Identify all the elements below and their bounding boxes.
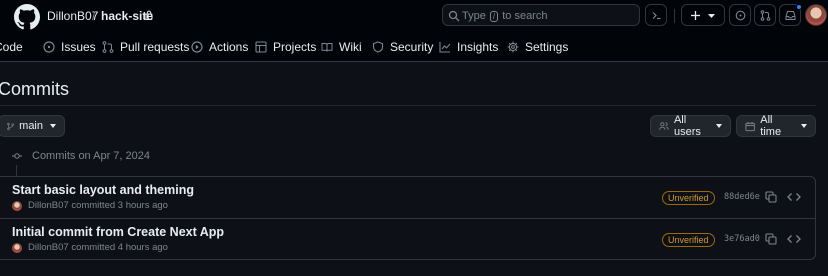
tab-actions[interactable]: Actions — [191, 40, 248, 54]
tab-pull-requests[interactable]: Pull requests — [102, 40, 189, 54]
tab-settings[interactable]: Settings — [507, 40, 568, 54]
commit-sha-link[interactable]: 3e76ad0 — [724, 234, 760, 244]
users-filter-label: All users — [673, 114, 701, 138]
user-avatar[interactable] — [805, 4, 827, 26]
gear-icon — [507, 41, 519, 53]
verification-badge[interactable]: Unverified — [662, 233, 715, 247]
commit-meta: DillonB07 committed 4 hours ago — [28, 242, 168, 253]
author-link[interactable]: DillonB07 — [28, 242, 69, 253]
page-title: Commits — [0, 79, 69, 99]
tab-issues[interactable]: Issues — [43, 40, 96, 54]
graph-icon — [439, 42, 451, 53]
create-new-button[interactable] — [681, 4, 725, 26]
breadcrumb-separator: / — [92, 9, 96, 23]
tab-label: Code — [0, 40, 23, 54]
tab-label: Issues — [61, 40, 96, 54]
pull-request-icon — [760, 10, 771, 21]
terminal-icon — [652, 12, 661, 20]
commit-sha-link[interactable]: 88ded6e — [724, 192, 760, 202]
issues-button[interactable] — [729, 4, 751, 26]
repo-nav: Code Issues Pull requests Actions Projec… — [0, 32, 828, 62]
plus-icon — [691, 11, 700, 20]
author-avatar[interactable] — [12, 201, 22, 211]
notification-dot — [796, 4, 802, 10]
browse-code-icon[interactable] — [787, 233, 801, 245]
tab-label: Settings — [525, 40, 569, 54]
time-filter-button[interactable]: All time — [736, 114, 816, 138]
book-icon — [321, 43, 333, 52]
repo-owner-link[interactable]: DillonB07 — [47, 9, 98, 23]
commit-message-link[interactable]: Initial commit from Create Next App — [12, 225, 224, 239]
issue-icon — [43, 41, 55, 53]
tab-label: Projects — [273, 40, 317, 54]
commit-message-link[interactable]: Start basic layout and theming — [12, 183, 194, 197]
search-icon — [448, 10, 460, 22]
chevron-down-icon — [708, 14, 715, 18]
lock-icon — [145, 10, 153, 20]
chevron-down-icon — [50, 124, 56, 128]
verification-badge[interactable]: Unverified — [662, 191, 715, 205]
commit-list: Start basic layout and theming DillonB07… — [0, 176, 816, 260]
global-header: DillonB07 / hack-site Type / to search — [0, 0, 828, 32]
branch-selector[interactable]: main — [0, 115, 65, 137]
tab-label: Security — [390, 40, 434, 54]
tab-label: Insights — [457, 40, 499, 54]
github-logo-icon[interactable] — [14, 4, 40, 30]
author-avatar[interactable] — [12, 243, 22, 253]
search-input[interactable]: Type / to search — [442, 4, 640, 26]
command-palette-button[interactable] — [645, 4, 667, 26]
people-icon — [659, 122, 669, 130]
header-divider — [674, 9, 675, 23]
inbox-icon — [785, 11, 796, 20]
table-icon — [255, 41, 267, 53]
tab-label: Pull requests — [120, 40, 190, 54]
browse-code-icon[interactable] — [787, 191, 801, 203]
calendar-icon — [745, 121, 755, 131]
tab-code[interactable]: Code — [0, 40, 23, 54]
users-filter-button[interactable]: All users — [650, 114, 731, 138]
search-placeholder: Type / to search — [462, 10, 548, 22]
commit-row: Initial commit from Create Next App Dill… — [0, 219, 816, 261]
tab-insights[interactable]: Insights — [439, 40, 498, 54]
copy-icon[interactable] — [765, 191, 777, 203]
tab-security[interactable]: Security — [372, 40, 433, 54]
issue-icon — [735, 10, 746, 21]
tab-label: Wiki — [339, 40, 362, 54]
chevron-down-icon — [801, 124, 807, 128]
commit-meta: DillonB07 committed 3 hours ago — [28, 200, 168, 211]
commit-group-date: Commits on Apr 7, 2024 — [32, 150, 151, 162]
shield-icon — [372, 41, 384, 53]
branch-icon — [7, 122, 14, 130]
branch-label: main — [19, 120, 43, 132]
title-divider — [0, 105, 816, 106]
play-icon — [191, 41, 203, 53]
tab-projects[interactable]: Projects — [255, 40, 316, 54]
copy-icon[interactable] — [765, 233, 777, 245]
author-link[interactable]: DillonB07 — [28, 200, 69, 211]
pull-request-icon — [102, 41, 114, 53]
time-filter-label: All time — [760, 114, 782, 138]
chevron-down-icon — [716, 124, 722, 128]
tab-label: Actions — [209, 40, 249, 54]
commit-node-icon — [12, 153, 22, 159]
tab-wiki[interactable]: Wiki — [321, 40, 362, 54]
commit-row: Start basic layout and theming DillonB07… — [0, 177, 816, 219]
pull-requests-button[interactable] — [754, 4, 776, 26]
